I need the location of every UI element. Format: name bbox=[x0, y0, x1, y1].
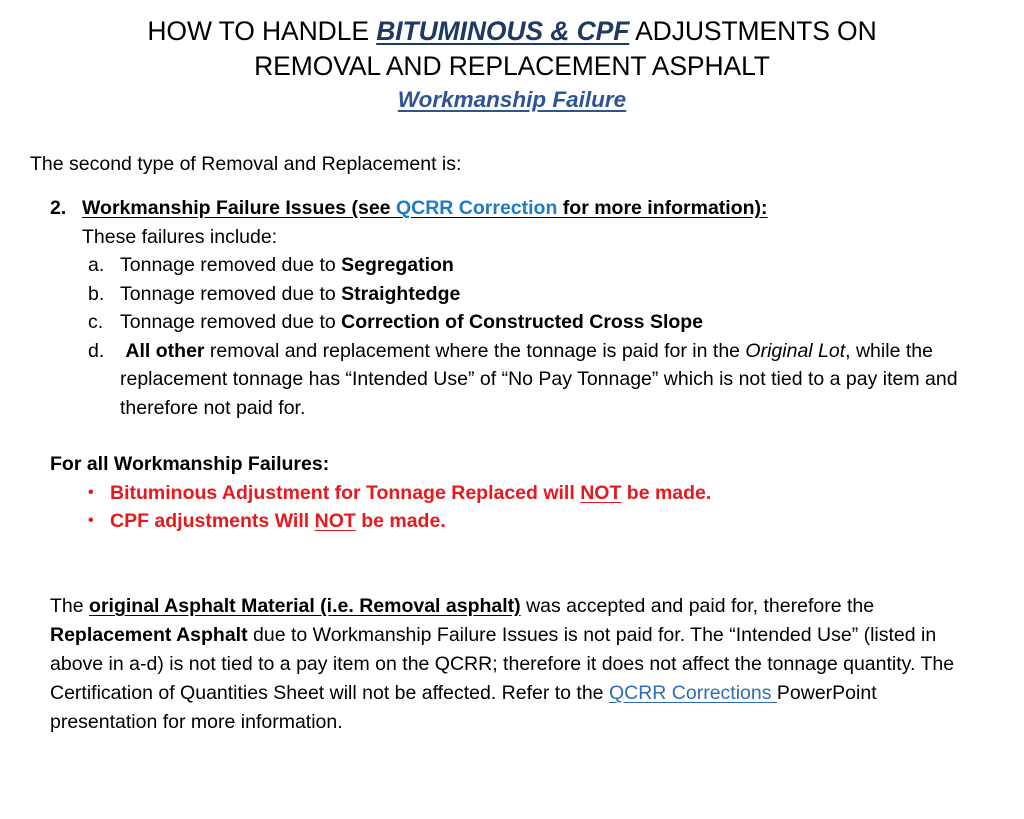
list-item-b-marker: b. bbox=[88, 282, 105, 305]
title-line-1-prefix: HOW TO HANDLE bbox=[147, 16, 377, 46]
alert-bullet-1-after: be made. bbox=[621, 481, 712, 504]
list-item-a-bold-term: Segregation bbox=[341, 254, 454, 276]
subtitle-workmanship-failure: Workmanship Failure bbox=[397, 87, 627, 112]
closing-paragraph: The original Asphalt Material (i.e. Remo… bbox=[50, 592, 975, 737]
intro-paragraph: The second type of Removal and Replaceme… bbox=[30, 153, 462, 175]
list-item-a-plain: Tonnage removed due to bbox=[120, 254, 342, 276]
closing-p2: was accepted and paid for, therefore the bbox=[520, 595, 875, 617]
workmanship-failure-list: 2. Workmanship Failure Issues (see QCRR … bbox=[30, 194, 1005, 422]
failures-section-heading: For all Workmanship Failures: bbox=[50, 453, 330, 475]
title-line-1-suffix: ADJUSTMENTS ON bbox=[629, 16, 877, 46]
list-item-c-plain: Tonnage removed due to bbox=[120, 311, 342, 333]
closing-bold-underline-original-asphalt: original Asphalt Material (i.e. Removal … bbox=[89, 595, 521, 617]
alert-bullet-bituminous: • Bituminous Adjustment for Tonnage Repl… bbox=[30, 479, 1005, 508]
alert-bullet-2-before: CPF adjustments Will bbox=[110, 510, 315, 532]
list-item-c: c. Tonnage removed due to Correction of … bbox=[30, 308, 1005, 337]
alert-bullet-1-before: Bituminous Adjustment for Tonnage Replac… bbox=[110, 481, 581, 504]
list-item-b-bold-term: Straightedge bbox=[341, 282, 461, 305]
bullet-dot-icon: • bbox=[88, 512, 94, 529]
slide-canvas: HOW TO HANDLE BITUMINOUS & CPF ADJUSTMEN… bbox=[0, 0, 1024, 819]
title-emphasis-bituminous-cpf: BITUMINOUS & CPF bbox=[376, 16, 630, 46]
title-line-2: REMOVAL AND REPLACEMENT ASPHALT bbox=[254, 51, 770, 81]
sub-intro-these-failures-include: These failures include: bbox=[82, 225, 278, 248]
list-item-d-mid: removal and replacement where the tonnag… bbox=[204, 339, 746, 362]
qcrr-corrections-link[interactable]: QCRR Corrections bbox=[609, 682, 777, 704]
list-item-d-bold-lead: All other bbox=[125, 339, 205, 362]
list-item-b-plain: Tonnage removed due to bbox=[120, 282, 342, 305]
list-item-2-text-before: Workmanship Failure Issues (see bbox=[82, 197, 396, 219]
list-item-c-marker: c. bbox=[88, 311, 104, 333]
closing-bold-replacement-asphalt: Replacement Asphalt bbox=[50, 624, 248, 646]
bullet-dot-icon: • bbox=[88, 483, 94, 501]
list-item-c-bold-term: Correction of Constructed Cross Slope bbox=[341, 311, 704, 333]
title-block: HOW TO HANDLE BITUMINOUS & CPF ADJUSTMEN… bbox=[0, 14, 1024, 116]
list-item-a-marker: a. bbox=[88, 254, 105, 276]
list-item-d-italic-term: Original Lot bbox=[745, 339, 846, 362]
list-item-a-text: Tonnage removed due to Segregation bbox=[118, 251, 1005, 280]
list-item-a: a. Tonnage removed due to Segregation bbox=[30, 251, 1005, 280]
list-item-c-text: Tonnage removed due to Correction of Con… bbox=[118, 308, 1005, 337]
alert-bullet-cpf-text: CPF adjustments Will NOT be made. bbox=[110, 507, 1005, 536]
alert-bullet-cpf: • CPF adjustments Will NOT be made. bbox=[30, 507, 1005, 536]
alert-bullet-2-not: NOT bbox=[314, 510, 356, 532]
alert-bullet-2-after: be made. bbox=[355, 510, 446, 532]
alert-bullet-bituminous-text: Bituminous Adjustment for Tonnage Replac… bbox=[110, 479, 1005, 508]
list-item-d-marker: d. bbox=[88, 339, 105, 362]
qcrr-correction-link[interactable]: QCRR Correction bbox=[396, 197, 557, 219]
list-item-d: d. All other removal and replacement whe… bbox=[30, 337, 1005, 423]
alert-bullet-1-not: NOT bbox=[580, 481, 622, 504]
title-line-1: HOW TO HANDLE BITUMINOUS & CPF ADJUSTMEN… bbox=[0, 14, 1024, 49]
list-item-2-text: Workmanship Failure Issues (see QCRR Cor… bbox=[82, 194, 1005, 223]
list-item-b: b. Tonnage removed due to Straightedge bbox=[30, 280, 1005, 309]
list-item-b-text: Tonnage removed due to Straightedge bbox=[118, 280, 1005, 309]
list-item-2-marker: 2. bbox=[50, 197, 67, 219]
list-item-2: 2. Workmanship Failure Issues (see QCRR … bbox=[30, 194, 1005, 223]
all-workmanship-failures-section: For all Workmanship Failures: • Bitumino… bbox=[30, 450, 1005, 536]
list-item-2-text-after: for more information): bbox=[557, 197, 768, 219]
closing-p1: The bbox=[50, 595, 90, 617]
list-item-d-text: All other removal and replacement where … bbox=[118, 337, 1005, 423]
